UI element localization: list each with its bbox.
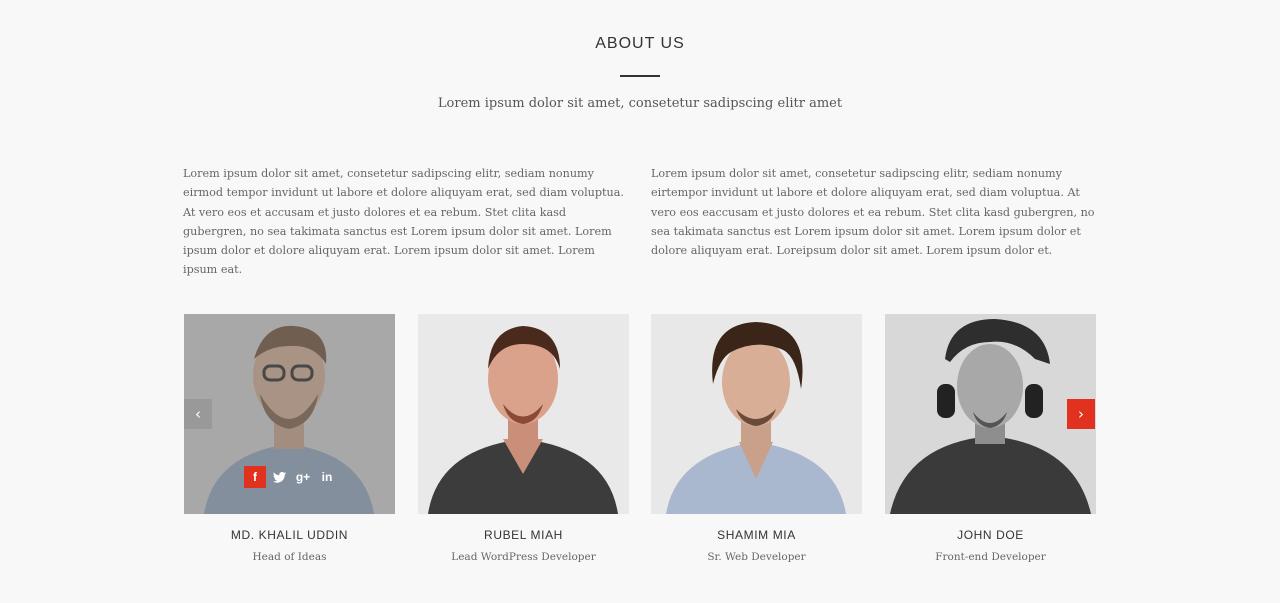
- facebook-icon[interactable]: f: [244, 466, 266, 488]
- member-photo: [418, 314, 629, 514]
- carousel-prev-button[interactable]: ‹: [184, 399, 212, 429]
- member-photo: [651, 314, 862, 514]
- member-role: Lead WordPress Developer: [451, 551, 596, 563]
- team-member-card[interactable]: f g+ in MD. KHALIL UDDIN Head of Ideas: [184, 314, 395, 563]
- member-role: Front-end Developer: [935, 551, 1046, 563]
- member-photo: [885, 314, 1096, 514]
- carousel-next-button[interactable]: ›: [1067, 399, 1095, 429]
- about-text-left: Lorem ipsum dolor sit amet, consetetur s…: [183, 167, 624, 277]
- member-role: Sr. Web Developer: [707, 551, 806, 563]
- member-name: JOHN DOE: [957, 528, 1024, 542]
- chevron-right-icon: ›: [1078, 405, 1084, 423]
- linkedin-icon[interactable]: in: [316, 466, 338, 488]
- member-photo: f g+ in: [184, 314, 395, 514]
- team-carousel: f g+ in MD. KHALIL UDDIN Head of Ideas R…: [184, 314, 1096, 574]
- about-text-right: Lorem ipsum dolor sit amet, consetetur s…: [651, 167, 1095, 258]
- team-member-card[interactable]: SHAMIM MIA Sr. Web Developer: [651, 314, 862, 563]
- team-member-card[interactable]: RUBEL MIAH Lead WordPress Developer: [418, 314, 629, 563]
- member-name: SHAMIM MIA: [717, 528, 796, 542]
- chevron-left-icon: ‹: [195, 405, 201, 423]
- section-title: ABOUT US: [595, 35, 685, 52]
- section-subtitle: Lorem ipsum dolor sit amet, consetetur s…: [437, 96, 843, 111]
- twitter-icon[interactable]: [268, 466, 290, 488]
- member-name: RUBEL MIAH: [484, 528, 563, 542]
- social-links: f g+ in: [244, 466, 340, 488]
- member-role: Head of Ideas: [252, 551, 327, 563]
- google-plus-icon[interactable]: g+: [292, 466, 314, 488]
- member-name: MD. KHALIL UDDIN: [230, 528, 349, 542]
- title-divider: [620, 75, 660, 77]
- team-member-card[interactable]: JOHN DOE Front-end Developer: [885, 314, 1096, 563]
